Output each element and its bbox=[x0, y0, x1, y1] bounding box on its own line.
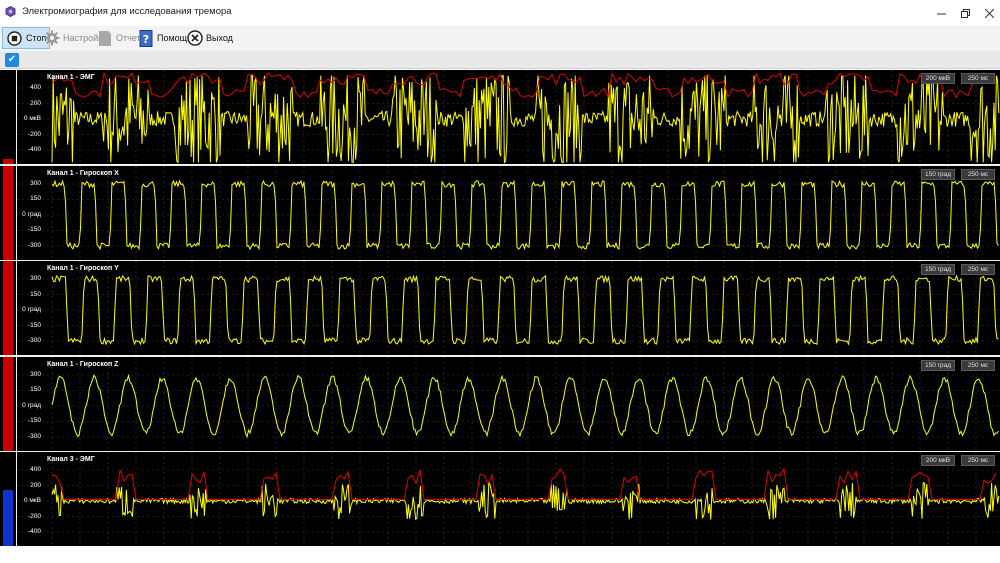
y-tick-label: 150 bbox=[30, 195, 41, 202]
level-meter bbox=[0, 356, 16, 451]
envelope-trace bbox=[51, 467, 997, 500]
level-meter-fill bbox=[3, 159, 13, 164]
y-tick-label: 200 bbox=[30, 481, 41, 489]
level-meter-fill bbox=[3, 356, 13, 451]
y-tick-label: -300 bbox=[27, 241, 41, 249]
y-tick-label: -300 bbox=[27, 337, 41, 344]
window-title: Электромиография для исследования тремор… bbox=[22, 6, 232, 17]
time-scale-button[interactable]: 250 мс bbox=[961, 73, 995, 84]
amplitude-scale-button[interactable]: 150 град bbox=[921, 168, 955, 180]
level-meter-fill bbox=[3, 261, 13, 355]
exit-x-icon bbox=[186, 30, 203, 47]
signal-plot bbox=[17, 70, 1000, 164]
signal-trace bbox=[51, 74, 1000, 164]
level-meter bbox=[0, 261, 16, 355]
toolbar: Стоп Настройки Отчет ? Помощь Выход bbox=[0, 26, 1000, 51]
channel-title: Канал 1 - Гироскоп Z bbox=[47, 360, 119, 368]
hexagon-app-icon bbox=[5, 6, 16, 17]
channel-panel: Канал 1 - ЭМГ 200 мкВ 250 мс 400 200 0 мкВ -20… bbox=[17, 70, 1000, 164]
channel-panel: Канал 1 - Гироскоп Z 150 град 250 мс 300 150… bbox=[17, 356, 1000, 451]
amplitude-scale-button[interactable]: 200 мкВ bbox=[921, 73, 955, 84]
time-scale-button[interactable]: 250 мс bbox=[961, 168, 995, 180]
signal-trace bbox=[51, 480, 1000, 520]
level-meter-fill bbox=[3, 490, 13, 546]
y-tick-label: 0 мкВ bbox=[23, 497, 41, 504]
time-scale-button[interactable]: 250 мс bbox=[961, 455, 995, 466]
close-window-button[interactable] bbox=[974, 0, 1000, 26]
close-icon bbox=[984, 8, 994, 18]
tremor-emg-app-window: Электромиография для исследования тремор… bbox=[0, 0, 1000, 563]
y-tick-label: -400 bbox=[27, 146, 41, 153]
y-tick-label: -400 bbox=[27, 528, 41, 535]
exit-button[interactable]: Выход bbox=[183, 27, 236, 49]
y-tick-label: 0 град bbox=[22, 401, 41, 409]
y-tick-label: 300 bbox=[30, 370, 41, 378]
level-meter bbox=[0, 452, 16, 546]
y-tick-label: -150 bbox=[27, 226, 41, 233]
level-meter-fill bbox=[3, 165, 13, 260]
y-tick-label: 150 bbox=[30, 290, 41, 298]
amplitude-scale-button[interactable]: 150 град bbox=[921, 264, 955, 275]
title-bar: Электромиография для исследования тремор… bbox=[0, 0, 1000, 26]
channels-area: Канал 1 - ЭМГ 200 мкВ 250 мс 400 200 0 мкВ -20… bbox=[0, 70, 1000, 546]
minimize-icon bbox=[936, 13, 946, 14]
channel-title: Канал 3 - ЭМГ bbox=[47, 456, 95, 463]
y-tick-label: 0 град bbox=[22, 210, 41, 218]
time-scale-button[interactable]: 250 мс bbox=[961, 359, 995, 371]
y-tick-label: -300 bbox=[27, 432, 41, 440]
channel-panel: Канал 3 - ЭМГ 200 мкВ 250 мс 400 200 0 мкВ -20… bbox=[17, 452, 1000, 546]
level-meter bbox=[0, 70, 16, 164]
signal-plot bbox=[17, 356, 1000, 451]
stop-icon bbox=[6, 30, 23, 47]
gear-icon bbox=[43, 30, 60, 47]
svg-text:?: ? bbox=[142, 33, 148, 46]
checkmark-icon: ✔ bbox=[7, 54, 17, 65]
channel-title: Канал 1 - Гироскоп X bbox=[47, 169, 119, 177]
y-tick-label: -200 bbox=[27, 512, 41, 520]
channel-title: Канал 1 - ЭМГ bbox=[47, 74, 95, 81]
y-tick-label: 300 bbox=[30, 275, 41, 282]
channel-panel: Канал 1 - Гироскоп X 150 град 250 мс 300 150… bbox=[17, 165, 1000, 260]
y-tick-label: 200 bbox=[30, 99, 41, 107]
time-scale-button[interactable]: 250 мс bbox=[961, 264, 995, 275]
signal-plot bbox=[17, 261, 1000, 355]
secondary-toolbar: ✔ bbox=[0, 51, 1000, 69]
exit-label: Выход bbox=[206, 33, 233, 43]
y-tick-label: -150 bbox=[27, 321, 41, 329]
report-document-icon bbox=[96, 30, 113, 47]
y-tick-label: 300 bbox=[30, 179, 41, 187]
signal-plot bbox=[17, 452, 1000, 546]
maximize-icon bbox=[960, 8, 970, 18]
help-book-icon: ? bbox=[137, 29, 154, 47]
amplitude-scale-button[interactable]: 200 мкВ bbox=[921, 455, 955, 466]
y-tick-label: 0 град bbox=[22, 306, 41, 313]
channel-title: Канал 1 - Гироскоп Y bbox=[47, 265, 119, 272]
y-tick-label: 400 bbox=[30, 84, 41, 91]
y-tick-label: -150 bbox=[27, 417, 41, 424]
y-tick-label: 150 bbox=[30, 386, 41, 393]
channel-panel: Канал 1 - Гироскоп Y 150 град 250 мс 300 150… bbox=[17, 261, 1000, 355]
signal-plot bbox=[17, 165, 1000, 260]
checkmark-toggle-button[interactable]: ✔ bbox=[5, 53, 19, 67]
y-tick-label: -200 bbox=[27, 130, 41, 138]
y-tick-label: 0 мкВ bbox=[23, 115, 41, 122]
amplitude-scale-button[interactable]: 150 град bbox=[921, 359, 955, 371]
y-tick-label: 400 bbox=[30, 466, 41, 473]
level-meter bbox=[0, 165, 16, 260]
